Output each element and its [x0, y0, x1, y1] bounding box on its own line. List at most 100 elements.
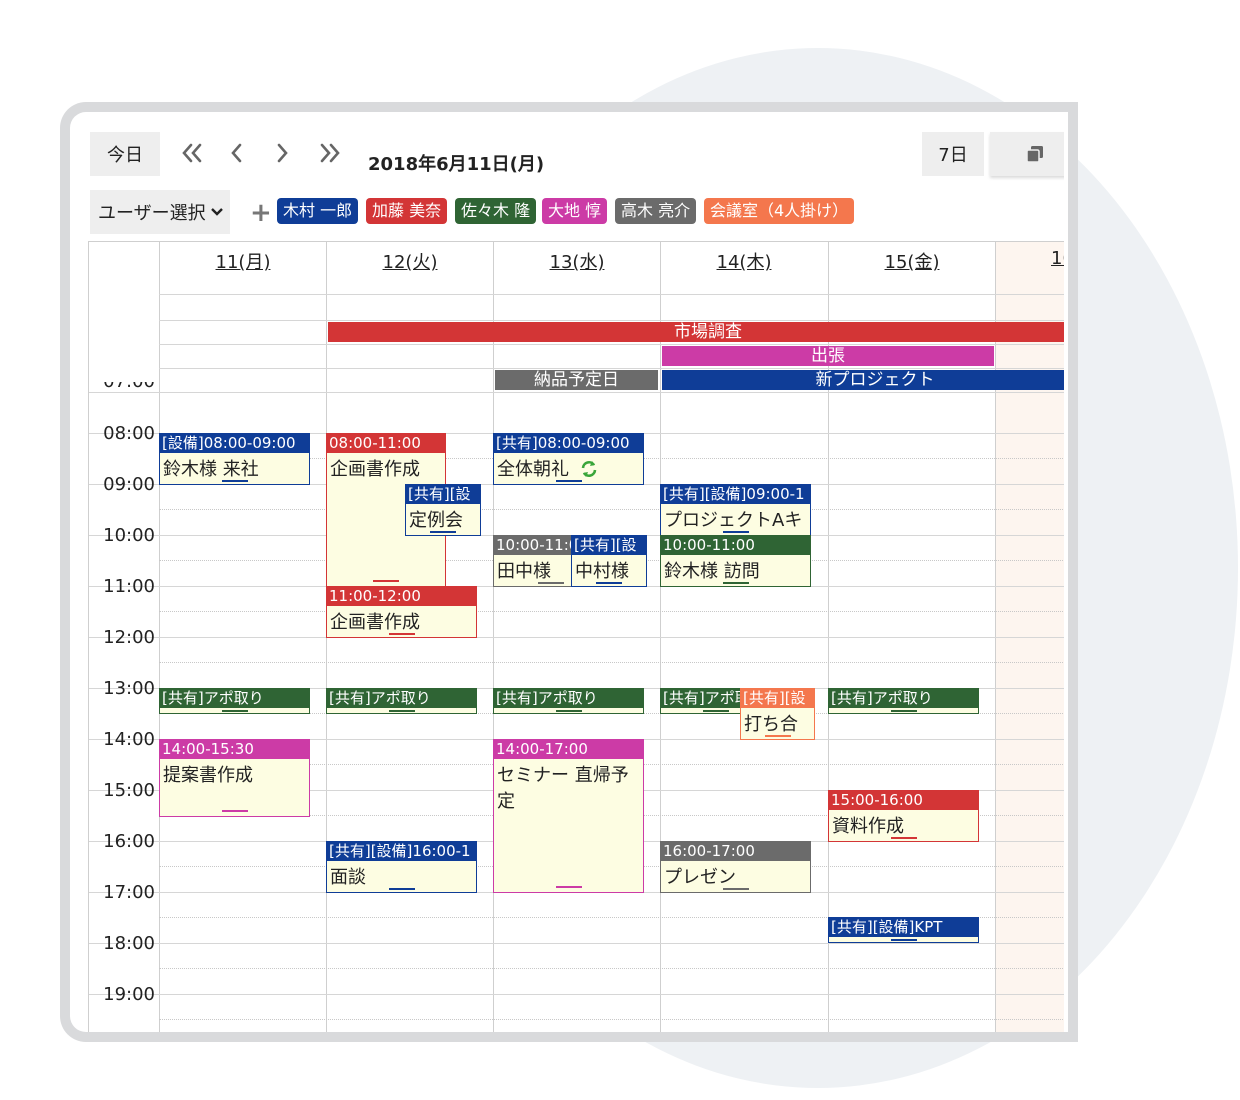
prev-week-icon[interactable] [180, 142, 204, 170]
device-frame-right [1064, 102, 1078, 1042]
today-button[interactable]: 今日 [90, 132, 160, 176]
event-header: 16:00-17:00 [661, 842, 810, 861]
event-header: [共有]アポ取り [829, 689, 978, 708]
event-title: 鈴木様 来社 [163, 459, 259, 480]
event-header: 14:00-17:00 [494, 740, 643, 759]
time-label-1300: 13:00 [103, 678, 155, 699]
chevron-down-icon [210, 208, 223, 216]
user-chip-kimura[interactable]: 木村 一郎 [277, 198, 359, 224]
range-7days-button[interactable]: 7日 [922, 132, 984, 176]
time-label-1700: 17:00 [103, 882, 155, 903]
event-header: [共有]アポ取 [661, 689, 743, 708]
user-select-dropdown[interactable]: ユーザー選択 [90, 190, 230, 234]
add-user-icon[interactable]: + [250, 200, 272, 226]
event-header: [共有]08:00-09:00 [494, 434, 643, 453]
event-planning-doc-2[interactable]: 11:00-12:00 企画書作成 [326, 586, 477, 638]
event-title: 面談 [330, 867, 366, 888]
event-title: プロジェクトAキ [664, 510, 803, 531]
event-nakamura[interactable]: [共有][設 中村様 [571, 535, 647, 587]
event-proposal[interactable]: 14:00-15:30 提案書作成 [159, 739, 310, 817]
event-kpt[interactable]: [共有][設備]KPT [828, 917, 979, 943]
event-header: [共有]アポ取り [327, 689, 476, 708]
user-chip-daichi[interactable]: 大地 惇 [542, 198, 608, 224]
event-suzuki-visit-2[interactable]: 10:00-11:00 鈴木様 訪問 [660, 535, 811, 587]
event-header: [共有][設 [406, 485, 480, 504]
event-header: [共有][設備]16:00-1 [327, 842, 476, 861]
event-project-a[interactable]: [共有][設備]09:00-1 プロジェクトAキ [660, 484, 811, 536]
time-label-0700: 07:00 [89, 382, 155, 394]
event-title: セミナー 直帰予定 [497, 765, 629, 812]
event-header: 15:00-16:00 [829, 791, 978, 810]
copy-icon [1026, 146, 1043, 163]
device-frame: 今日 2018年6月11日(月) 7日 ユーザー選択 + 木村 一郎 加藤 美奈… [60, 102, 1078, 1042]
event-tanaka-visit[interactable]: 10:00-11:0 田中様 訪 [493, 535, 573, 587]
current-date-title: 2018年6月11日(月) [368, 154, 545, 175]
event-header: [共有][設 [741, 689, 814, 708]
day-header-12[interactable]: 12(火) [327, 248, 493, 274]
time-label-1100: 11:00 [103, 576, 155, 597]
time-label-0800: 08:00 [103, 423, 155, 444]
allday-bar-new-project[interactable]: 新プロジェクト [662, 370, 1078, 390]
event-interview[interactable]: [共有][設備]16:00-1 面談 [326, 841, 477, 893]
time-label-1500: 15:00 [103, 780, 155, 801]
event-suzuki-visit[interactable]: [設備]08:00-09:00 鈴木様 来社 [159, 433, 310, 485]
event-appointment-wed[interactable]: [共有]アポ取り [493, 688, 644, 714]
event-appointment-mon[interactable]: [共有]アポ取り [159, 688, 310, 714]
event-header: 10:00-11:0 [494, 536, 572, 555]
event-appointment-fri[interactable]: [共有]アポ取り [828, 688, 979, 714]
event-header: 08:00-11:00 [327, 434, 445, 453]
allday-bar-business-trip[interactable]: 出張 [662, 346, 994, 366]
event-header: [共有][設備]KPT [829, 918, 978, 937]
event-title: 企画書作成 [330, 612, 420, 633]
event-title: 全体朝礼 [497, 459, 569, 480]
event-title: 定例会 [409, 510, 463, 531]
user-chip-takagi[interactable]: 高木 亮介 [615, 198, 697, 224]
time-label-1600: 16:00 [103, 831, 155, 852]
day-header-15[interactable]: 15(金) [829, 248, 995, 274]
user-chip-sasaki[interactable]: 佐々木 隆 [455, 198, 537, 224]
event-title: 企画書作成 [330, 459, 420, 480]
event-header: [設備]08:00-09:00 [160, 434, 309, 453]
event-morning-assembly[interactable]: [共有]08:00-09:00 全体朝礼 [493, 433, 644, 485]
user-chip-meeting-room[interactable]: 会議室（4人掛け） [704, 198, 855, 224]
event-header: 10:00-11:00 [661, 536, 810, 555]
prev-day-icon[interactable] [230, 142, 244, 170]
event-meeting-room[interactable]: [共有][設 打ち合 [740, 688, 815, 740]
calendar-app: 今日 2018年6月11日(月) 7日 ユーザー選択 + 木村 一郎 加藤 美奈… [70, 112, 1078, 1032]
event-title: プレゼン [664, 867, 736, 888]
event-title: 資料作成 [832, 816, 904, 837]
day-header-11[interactable]: 11(月) [160, 248, 326, 274]
event-header: [共有][設備]09:00-1 [661, 485, 810, 504]
day-header-14[interactable]: 14(木) [661, 248, 827, 274]
event-header: 11:00-12:00 [327, 587, 476, 606]
time-label-1900: 19:00 [103, 984, 155, 1005]
event-header: [共有]アポ取り [494, 689, 643, 708]
day-header-13[interactable]: 13(水) [494, 248, 660, 274]
event-header: [共有]アポ取り [160, 689, 309, 708]
allday-bar-market-research[interactable]: 市場調査 [328, 322, 1078, 342]
time-label-1000: 10:00 [103, 525, 155, 546]
event-regular-meeting[interactable]: [共有][設 定例会 [405, 484, 481, 536]
allday-bar-delivery-date[interactable]: 納品予定日 [495, 370, 658, 390]
event-title: 中村様 [575, 561, 629, 582]
next-day-icon[interactable] [275, 142, 289, 170]
time-label-0900: 09:00 [103, 474, 155, 495]
repeat-icon [581, 461, 597, 477]
event-materials[interactable]: 15:00-16:00 資料作成 [828, 790, 979, 842]
time-label-1800: 18:00 [103, 933, 155, 954]
event-appointment-thu[interactable]: [共有]アポ取 [660, 688, 744, 714]
event-header: 14:00-15:30 [160, 740, 309, 759]
event-title: 鈴木様 訪問 [664, 561, 760, 582]
event-presentation[interactable]: 16:00-17:00 プレゼン [660, 841, 811, 893]
next-week-icon[interactable] [318, 142, 342, 170]
time-label-1400: 14:00 [103, 729, 155, 750]
event-title: 提案書作成 [163, 765, 253, 786]
event-appointment-tue[interactable]: [共有]アポ取り [326, 688, 477, 714]
user-select-label: ユーザー選択 [98, 203, 206, 224]
event-title: 打ち合 [744, 714, 798, 735]
calendar-grid: 11(月) 12(火) 13(水) 14(木) 15(金) 16 市場調査 出張… [88, 241, 1078, 1032]
time-label-1200: 12:00 [103, 627, 155, 648]
event-header: [共有][設 [572, 536, 646, 555]
user-chip-kato[interactable]: 加藤 美奈 [366, 198, 448, 224]
event-seminar[interactable]: 14:00-17:00 セミナー 直帰予定 [493, 739, 644, 893]
